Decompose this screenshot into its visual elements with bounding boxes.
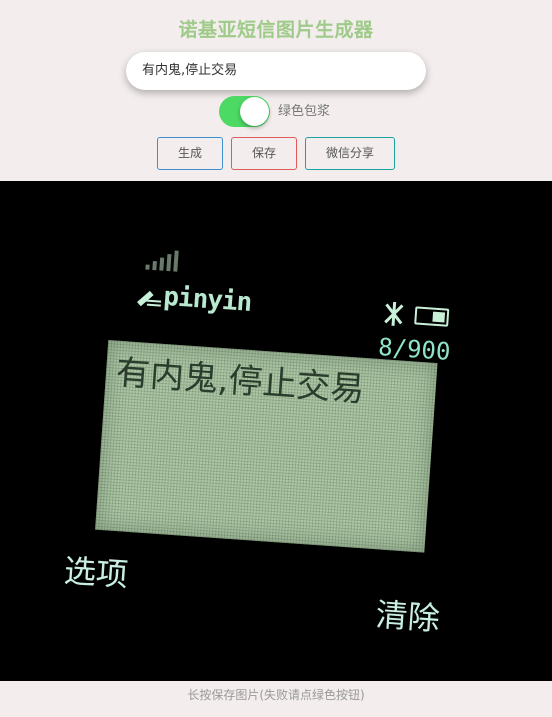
sms-text-area: 有内鬼,停止交易 [95,340,438,553]
wechat-share-button[interactable]: 微信分享 [305,137,395,170]
message-indicator-icon [384,301,404,326]
softkey-options: 选项 [62,551,130,594]
softkey-clear: 清除 [374,595,442,638]
input-mode-label: pinyin [162,281,253,318]
phone-display: pinyin 8/900 有内鬼,停止交易 选项 清除 [59,228,465,644]
battery-icon [414,306,450,327]
sms-message-text: 有内鬼,停止交易 [114,352,366,410]
save-hint: 长按保存图片(失败请点绿色按钮) [187,688,365,702]
generate-button[interactable]: 生成 [157,137,223,170]
toggle-knob [240,97,269,126]
green-patina-toggle[interactable] [219,96,270,127]
pencil-icon [137,290,162,307]
phone-status-bar: pinyin [120,279,452,336]
page-title: 诺基亚短信图片生成器 [178,19,374,41]
toggle-label: 绿色包浆 [278,104,331,119]
save-button[interactable]: 保存 [231,137,297,170]
signal-strength-icon [145,248,186,273]
generated-image[interactable]: pinyin 8/900 有内鬼,停止交易 选项 清除 [0,181,552,681]
green-patina-toggle-row: 绿色包浆 [219,96,389,128]
message-input[interactable] [126,52,426,90]
